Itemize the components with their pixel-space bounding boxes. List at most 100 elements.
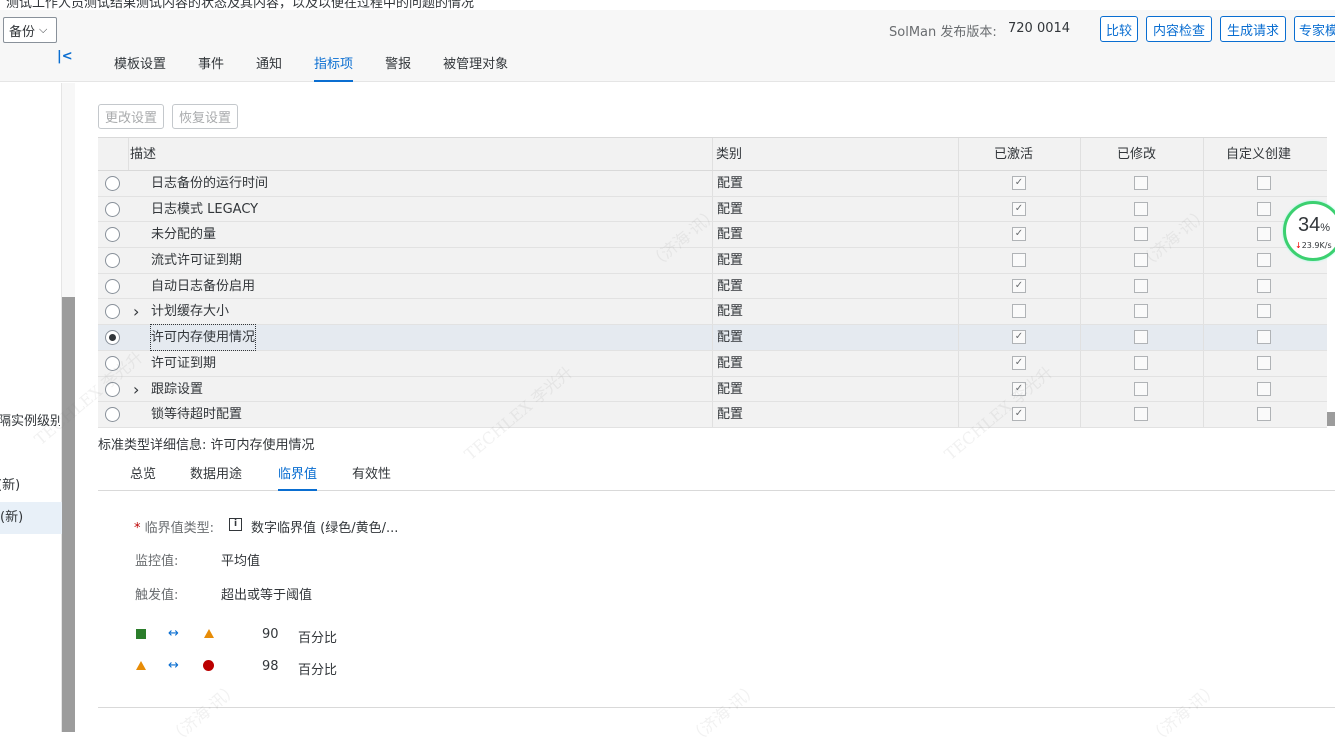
active-checkbox[interactable]: ✓ bbox=[1012, 227, 1026, 242]
network-speed-widget[interactable]: 34% ↓23.9K/s bbox=[1283, 201, 1335, 261]
row-category: 配置 bbox=[717, 330, 744, 346]
col-category[interactable]: 类别 bbox=[716, 138, 742, 171]
row-select-radio[interactable] bbox=[105, 227, 120, 243]
table-row[interactable]: › 跟踪设置 配置 ✓ bbox=[98, 376, 1327, 403]
version-value: 720 0014 bbox=[1008, 21, 1071, 36]
custom-checkbox[interactable] bbox=[1257, 330, 1271, 345]
row-select-radio[interactable] bbox=[105, 381, 120, 397]
active-checkbox[interactable] bbox=[1012, 304, 1026, 319]
tab-3[interactable]: 指标项 bbox=[314, 56, 354, 82]
custom-checkbox[interactable] bbox=[1257, 201, 1271, 216]
col-modified[interactable]: 已修改 bbox=[1117, 138, 1156, 171]
row-category: 配置 bbox=[717, 253, 744, 269]
active-checkbox[interactable]: ✓ bbox=[1012, 278, 1026, 293]
custom-checkbox[interactable] bbox=[1257, 304, 1271, 319]
threshold-type-value: 数字临界值 (绿色/黄色/... bbox=[251, 521, 399, 536]
table-row[interactable]: 日志模式 LEGACY 配置 ✓ bbox=[98, 196, 1327, 223]
tab-5[interactable]: 被管理对象 bbox=[443, 56, 508, 82]
custom-checkbox[interactable] bbox=[1257, 381, 1271, 396]
row-select-radio[interactable] bbox=[105, 278, 120, 294]
row-select-radio[interactable] bbox=[105, 407, 120, 423]
compare-button[interactable]: 比较 bbox=[1100, 16, 1138, 42]
detail-tab-1[interactable]: 数据用途 bbox=[190, 464, 242, 491]
row-category: 配置 bbox=[717, 227, 744, 243]
table-scrollbar[interactable] bbox=[1327, 412, 1335, 426]
table-row[interactable]: 日志备份的运行时间 配置 ✓ bbox=[98, 171, 1327, 197]
active-checkbox[interactable]: ✓ bbox=[1012, 330, 1026, 345]
custom-checkbox[interactable] bbox=[1257, 253, 1271, 268]
table-row[interactable]: 锁等待超时配置 配置 ✓ bbox=[98, 402, 1327, 428]
table-row[interactable]: 许可内存使用情况 配置 ✓ bbox=[98, 324, 1327, 352]
table-row[interactable]: 自动日志备份启用 配置 ✓ bbox=[98, 273, 1327, 300]
col-active[interactable]: 已激活 bbox=[994, 138, 1033, 171]
detail-tab-3[interactable]: 有效性 bbox=[352, 464, 391, 491]
collapse-sidebar-icon[interactable]: |< bbox=[57, 49, 73, 64]
expand-chevron-icon[interactable]: › bbox=[133, 299, 139, 324]
row-description: 计划缓存大小 bbox=[151, 304, 230, 320]
tab-4[interactable]: 警报 bbox=[385, 56, 411, 82]
table-row[interactable]: 流式许可证到期 配置 bbox=[98, 248, 1327, 274]
row-select-radio[interactable] bbox=[105, 253, 120, 269]
modified-checkbox[interactable] bbox=[1134, 201, 1148, 216]
version-label: SolMan 发布版本: bbox=[889, 25, 997, 40]
custom-checkbox[interactable] bbox=[1257, 407, 1271, 422]
sidebar-item-instance-level[interactable]: 隔实例级别 bbox=[0, 406, 60, 438]
speed-rate: ↓23.9K/s bbox=[1295, 241, 1332, 250]
modified-checkbox[interactable] bbox=[1134, 381, 1148, 396]
modified-checkbox[interactable] bbox=[1134, 330, 1148, 345]
sidebar-item-new-1-label: (新) bbox=[0, 478, 21, 493]
table-row[interactable]: 未分配的量 配置 ✓ bbox=[98, 222, 1327, 249]
backup-dropdown-value: 备份 bbox=[9, 24, 36, 40]
tab-1[interactable]: 事件 bbox=[198, 56, 224, 82]
double-arrow-icon: ↔ bbox=[168, 626, 179, 641]
row-select-radio[interactable] bbox=[105, 355, 120, 371]
sidebar-item-new-2[interactable]: (新) bbox=[0, 502, 62, 534]
monitor-value: 平均值 bbox=[221, 554, 261, 569]
tab-2[interactable]: 通知 bbox=[256, 56, 282, 82]
row-select-radio[interactable] bbox=[105, 304, 120, 320]
active-checkbox[interactable]: ✓ bbox=[1012, 201, 1026, 216]
custom-checkbox[interactable] bbox=[1257, 176, 1271, 190]
active-checkbox[interactable]: ✓ bbox=[1012, 381, 1026, 396]
sidebar-item-new-1[interactable]: ⁠(新) bbox=[0, 470, 59, 502]
col-description[interactable]: 描述 bbox=[130, 138, 156, 171]
row-description: 流式许可证到期 bbox=[151, 253, 243, 269]
row-select-radio[interactable] bbox=[105, 201, 120, 217]
custom-checkbox[interactable] bbox=[1257, 278, 1271, 293]
content-check-button[interactable]: 内容检查 bbox=[1146, 16, 1212, 42]
row-select-radio[interactable] bbox=[105, 330, 120, 346]
custom-checkbox[interactable] bbox=[1257, 227, 1271, 242]
active-checkbox[interactable]: ✓ bbox=[1012, 407, 1026, 422]
modified-checkbox[interactable] bbox=[1134, 253, 1148, 268]
active-checkbox[interactable]: ✓ bbox=[1012, 176, 1026, 190]
modified-checkbox[interactable] bbox=[1134, 407, 1148, 422]
table-row[interactable]: 许可证到期 配置 ✓ bbox=[98, 350, 1327, 377]
detail-tab-2[interactable]: 临界值 bbox=[278, 464, 318, 491]
change-settings-button[interactable]: 更改设置 bbox=[98, 104, 164, 129]
tab-0[interactable]: 模板设置 bbox=[114, 56, 166, 82]
active-checkbox[interactable] bbox=[1012, 253, 1026, 268]
custom-checkbox[interactable] bbox=[1257, 355, 1271, 370]
detail-tab-0[interactable]: 总览 bbox=[130, 464, 156, 491]
expert-button[interactable]: 专家模 bbox=[1294, 16, 1335, 42]
green-square-icon bbox=[136, 629, 146, 639]
restore-settings-button[interactable]: 恢复设置 bbox=[172, 104, 238, 129]
generate-request-button[interactable]: 生成请求 bbox=[1220, 16, 1286, 42]
active-checkbox[interactable]: ✓ bbox=[1012, 355, 1026, 370]
col-custom[interactable]: 自定义创建 bbox=[1226, 138, 1291, 171]
info-icon[interactable]: i bbox=[229, 518, 242, 531]
modified-checkbox[interactable] bbox=[1134, 278, 1148, 293]
expand-chevron-icon[interactable]: › bbox=[133, 377, 139, 402]
modified-checkbox[interactable] bbox=[1134, 176, 1148, 190]
detail-tabs: 总览 数据用途 临界值 有效性 bbox=[98, 464, 1335, 491]
row-description: 自动日志备份启用 bbox=[151, 278, 256, 294]
table-row[interactable]: › 计划缓存大小 配置 bbox=[98, 299, 1327, 326]
sidebar-item-new-2-label: (新) bbox=[0, 510, 24, 525]
modified-checkbox[interactable] bbox=[1134, 227, 1148, 242]
red-circle-icon bbox=[203, 660, 214, 671]
modified-checkbox[interactable] bbox=[1134, 355, 1148, 370]
row-select-radio[interactable] bbox=[105, 176, 120, 191]
backup-dropdown[interactable]: 备份 ⌵ bbox=[3, 17, 57, 43]
sidebar-scrollbar[interactable] bbox=[62, 297, 75, 732]
modified-checkbox[interactable] bbox=[1134, 304, 1148, 319]
